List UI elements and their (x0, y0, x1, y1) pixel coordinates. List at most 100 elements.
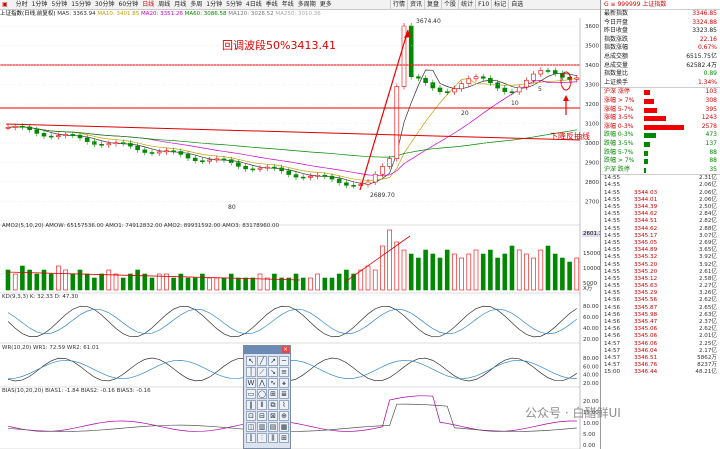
draw-tool-icon[interactable]: ◯ (257, 389, 267, 399)
candle (315, 174, 320, 177)
retrace-annotation: 回调波段50%3413.41 (222, 39, 336, 52)
draw-tool-icon[interactable]: ╱ (257, 356, 267, 366)
volume-bar (480, 253, 486, 291)
osc-tick: 10.00 (583, 421, 599, 427)
candle (164, 150, 169, 153)
tick-row: 14:55 3344.51 2.82亿 (604, 218, 717, 225)
draw-tool-icon[interactable]: W (246, 378, 256, 388)
volume-bar (372, 269, 378, 291)
breadth-row: 涨幅 5-7% 395 (604, 105, 717, 113)
quote-row: 总成交额 6515.75亿 (604, 52, 717, 60)
breadth-row: 跌幅 5-7% 88 (604, 148, 717, 156)
candle (228, 159, 234, 163)
draw-tool-icon[interactable]: ▤ (268, 422, 278, 432)
candle (308, 175, 313, 178)
draw-tool-icon[interactable]: ↖ (246, 356, 256, 366)
draw-tool-icon[interactable]: ⚹ (279, 378, 289, 388)
candle (437, 87, 443, 92)
volume-bar (560, 257, 565, 291)
draw-tool-icon[interactable]: ⫼ (268, 433, 278, 443)
draw-tool-icon[interactable]: ↘ (268, 367, 278, 377)
tick-row: 14:56 3345.56 2.62亿 (604, 297, 717, 304)
draw-tool-icon[interactable]: │ (246, 367, 256, 377)
breadth-bar (644, 116, 666, 122)
draw-tool-icon[interactable]: ⫶ (257, 433, 267, 443)
volume-bar (437, 257, 443, 291)
tick-row: 14:55 2.06亿 (604, 182, 717, 189)
volume-bar (250, 277, 256, 291)
draw-tool-icon[interactable]: ⟋ (257, 367, 267, 377)
osc-tick: 40.00 (583, 373, 599, 379)
draw-tool-icon[interactable]: ─ (279, 356, 289, 366)
breadth-bar (644, 98, 654, 104)
candle (300, 176, 306, 179)
draw-tool-icon[interactable]: ⌇ (279, 400, 289, 410)
candle (488, 77, 493, 84)
draw-tool-icon[interactable]: ≣ (279, 389, 289, 399)
draw-tool-icon[interactable]: ∿ (268, 378, 278, 388)
draw-tool-icon[interactable]: ⧉ (268, 400, 278, 410)
volume-bar (221, 277, 227, 291)
candle (466, 78, 472, 84)
draw-tool-icon[interactable]: ◫ (246, 422, 256, 432)
volume-bar (308, 277, 313, 291)
close-icon[interactable]: × (282, 346, 289, 353)
draw-tool-icon[interactable]: ⊟ (257, 411, 267, 421)
volume-bar (466, 253, 472, 291)
draw-tool-icon[interactable]: ⫴ (257, 400, 267, 410)
candle (552, 70, 558, 74)
draw-tool-icon[interactable]: ⫿ (246, 433, 256, 443)
draw-tool-icon[interactable]: ⊞ (268, 389, 278, 399)
volume-unit: X万 (583, 286, 593, 292)
volume-bar (452, 253, 457, 291)
toolbox-titlebar[interactable]: × (244, 346, 290, 354)
volume-bar (574, 257, 580, 291)
candle (351, 184, 356, 187)
breadth-bar (644, 150, 648, 156)
osc-line (7, 308, 578, 335)
draw-tool-icon[interactable]: ▥ (257, 422, 267, 432)
volume-bar (5, 269, 11, 291)
draw-tool-icon[interactable]: ⊠ (268, 411, 278, 421)
volume-bar (185, 277, 191, 291)
candle (41, 133, 47, 137)
volume-bar (416, 257, 421, 291)
draw-tool-icon[interactable]: ↗ (268, 356, 278, 366)
volume-bar (113, 273, 119, 291)
draw-tool-icon[interactable]: ⊕ (279, 411, 289, 421)
draw-tool-icon[interactable]: ≡ (279, 367, 289, 377)
ma20-line (7, 80, 577, 176)
volume-bar (34, 273, 40, 291)
quote-row: 今日开盘 3324.88 (604, 18, 717, 26)
tick-row: 14:57 3346.06 2.25亿 (604, 340, 717, 347)
draw-tool-icon[interactable]: ‖ (246, 400, 256, 410)
osc-tick: 0.00 (583, 443, 596, 449)
candle (257, 167, 263, 170)
draw-tool-icon[interactable]: ⊞ (279, 433, 289, 443)
draw-tool-icon[interactable]: ▭ (246, 389, 256, 399)
candle (135, 145, 140, 151)
volume-bar (70, 273, 76, 291)
y-tick: 2900 (585, 161, 599, 167)
candle (480, 76, 486, 79)
volume-bar (171, 277, 176, 291)
volume-bar (84, 273, 90, 291)
volume-bar (394, 241, 400, 291)
osc-line (7, 305, 577, 338)
volume-bar (264, 277, 270, 291)
candle (149, 152, 155, 154)
candle (531, 73, 536, 81)
volume-bar (322, 277, 328, 291)
volume-bar (538, 249, 544, 291)
volume-bar (20, 265, 25, 291)
volume-bar (236, 277, 241, 291)
drawing-toolbox[interactable]: × ↖ ╱ ↗ ─ │ ⟋ ↘ ≡ W ⋀ ∿ ⚹ ▭ ◯ ⊞ ≣ ‖ ⫴ ⧉ ⌇ ⊡ ⊟ ⊠ ⊕ ◫ ▥ ▤ ▦ ⫿ ⫶ ⫼ ⊞ (243, 345, 291, 449)
draw-tool-icon[interactable]: ⊡ (246, 411, 256, 421)
draw-tool-icon[interactable]: ⋀ (257, 378, 267, 388)
candle (128, 142, 133, 147)
volume-tick: 15000 (583, 251, 600, 257)
volume-bar (387, 229, 392, 291)
y-tick: 3400 (585, 63, 599, 69)
tick-row: 14:56 3345.87 2.65亿 (604, 304, 717, 311)
draw-tool-icon[interactable]: ▦ (279, 422, 289, 432)
